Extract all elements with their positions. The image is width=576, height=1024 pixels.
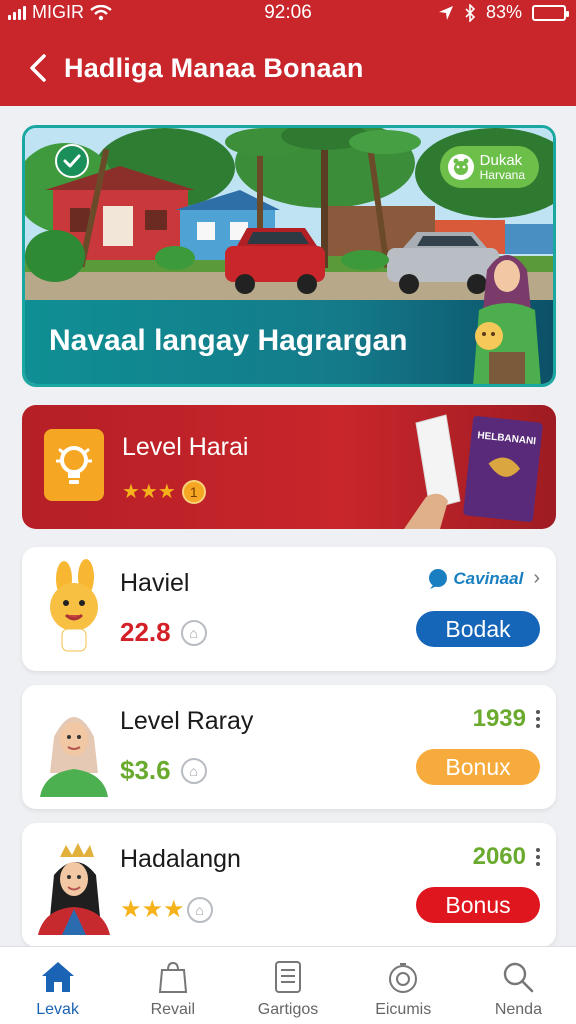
chevron-left-icon [30,54,46,82]
card-value-text: 22.8 [120,617,171,647]
card-number: 1939 [472,705,526,732]
card-title: Haviel [120,569,190,597]
app-header-bar: MIGIR 92:06 83% Hadliga Manaa Bonaan [0,0,576,106]
nav-item-search[interactable]: Nenda [461,947,576,1024]
home-icon [39,959,77,995]
coin-badge: 1 [181,479,206,504]
card-number: 2060 [472,843,526,870]
nav-label: Revail [150,1001,196,1018]
card-meta: 2060 [473,843,540,871]
nav-label: Gartigos [257,1001,319,1018]
lightbulb-icon [44,429,104,501]
card-value: $3.6 ⌂ [120,755,207,786]
star-rating: ★★★ [120,896,185,923]
person-icon: ⌂ [186,896,213,923]
level-banner-rating: ★★★ 1 [122,479,206,504]
card-rating: ★★★ ⌂ [120,895,213,924]
hero-title: Navaal langay Hagrargan [49,324,408,357]
mascot-face-icon [447,154,474,180]
nav-label: Eicumis [375,1001,432,1018]
list-card[interactable]: Level Raray $3.6 ⌂ 1939 Bonux [22,685,556,809]
hero-badge-line2: Harvana [479,167,525,182]
card-action-button[interactable]: Bonus [416,887,540,923]
card-action-button[interactable]: Bonux [416,749,540,785]
location-arrow-icon [438,5,453,20]
battery-icon [532,4,569,21]
card-value: 22.8 ⌂ [120,617,207,648]
nav-item-home[interactable]: Levak [0,947,115,1024]
chevron-right-icon[interactable]: › [533,567,540,590]
card-meta: Cavinaal › [427,567,540,590]
nav-item-coin[interactable]: Eicumis [346,947,461,1024]
brand-label[interactable]: Cavinaal [427,568,523,590]
status-right: 83% [438,2,569,23]
star-rating: ★★★ [122,481,176,503]
person-icon: ⌂ [180,619,207,646]
page-title: Hadliga Manaa Bonaan [64,52,364,83]
bag-icon [154,959,192,995]
coin-icon [384,959,422,995]
hijab-woman-illustration [473,255,541,384]
bluetooth-icon [465,3,476,22]
person-icon: ⌂ [180,757,207,784]
status-bar: MIGIR 92:06 83% [0,0,576,26]
nav-item-document[interactable]: Gartigos [230,947,345,1024]
level-banner[interactable]: Level Harai ★★★ 1 HELBANANI [22,405,556,529]
brand-name: Cavinaal [453,568,524,588]
list-card[interactable]: Hadalangn ★★★ ⌂ 2060 Bonus [22,823,556,947]
hero-badge-line1: Dukak [479,151,523,169]
more-options-icon[interactable] [536,710,540,728]
card-title: Hadalangn [120,845,241,873]
bottom-navigation: Levak Revail Gartigos Eicumis Nenda [0,946,576,1024]
card-title: Level Raray [120,707,254,735]
card-action-button[interactable]: Bodak [416,611,540,647]
check-circle-icon [55,144,89,178]
card-value-text: $3.6 [120,755,171,785]
document-icon [269,959,307,995]
header: Hadliga Manaa Bonaan [0,44,576,92]
card-meta: 1939 [473,705,540,733]
nav-label: Levak [36,1001,79,1018]
chat-bubble-icon [429,568,448,589]
more-options-icon[interactable] [536,848,540,866]
rabbit-mascot-avatar [50,559,98,652]
hero-banner[interactable]: Dukak Harvana Navaal langay Hagrargan [22,125,556,387]
product-hand-illustration: HELBANANI [404,414,543,529]
hijab-woman-avatar [40,717,108,797]
search-icon [499,959,537,995]
back-button[interactable] [18,48,58,88]
list-card[interactable]: Haviel 22.8 ⌂ Cavinaal › Bodak [22,547,556,671]
battery-percent: 83% [485,2,522,22]
level-banner-title: Level Harai [122,433,249,461]
nav-item-bag[interactable]: Revail [115,947,230,1024]
nav-label: Nenda [494,1001,542,1018]
crowned-woman-avatar [38,843,110,935]
hero-badge[interactable]: Dukak Harvana [439,146,539,188]
